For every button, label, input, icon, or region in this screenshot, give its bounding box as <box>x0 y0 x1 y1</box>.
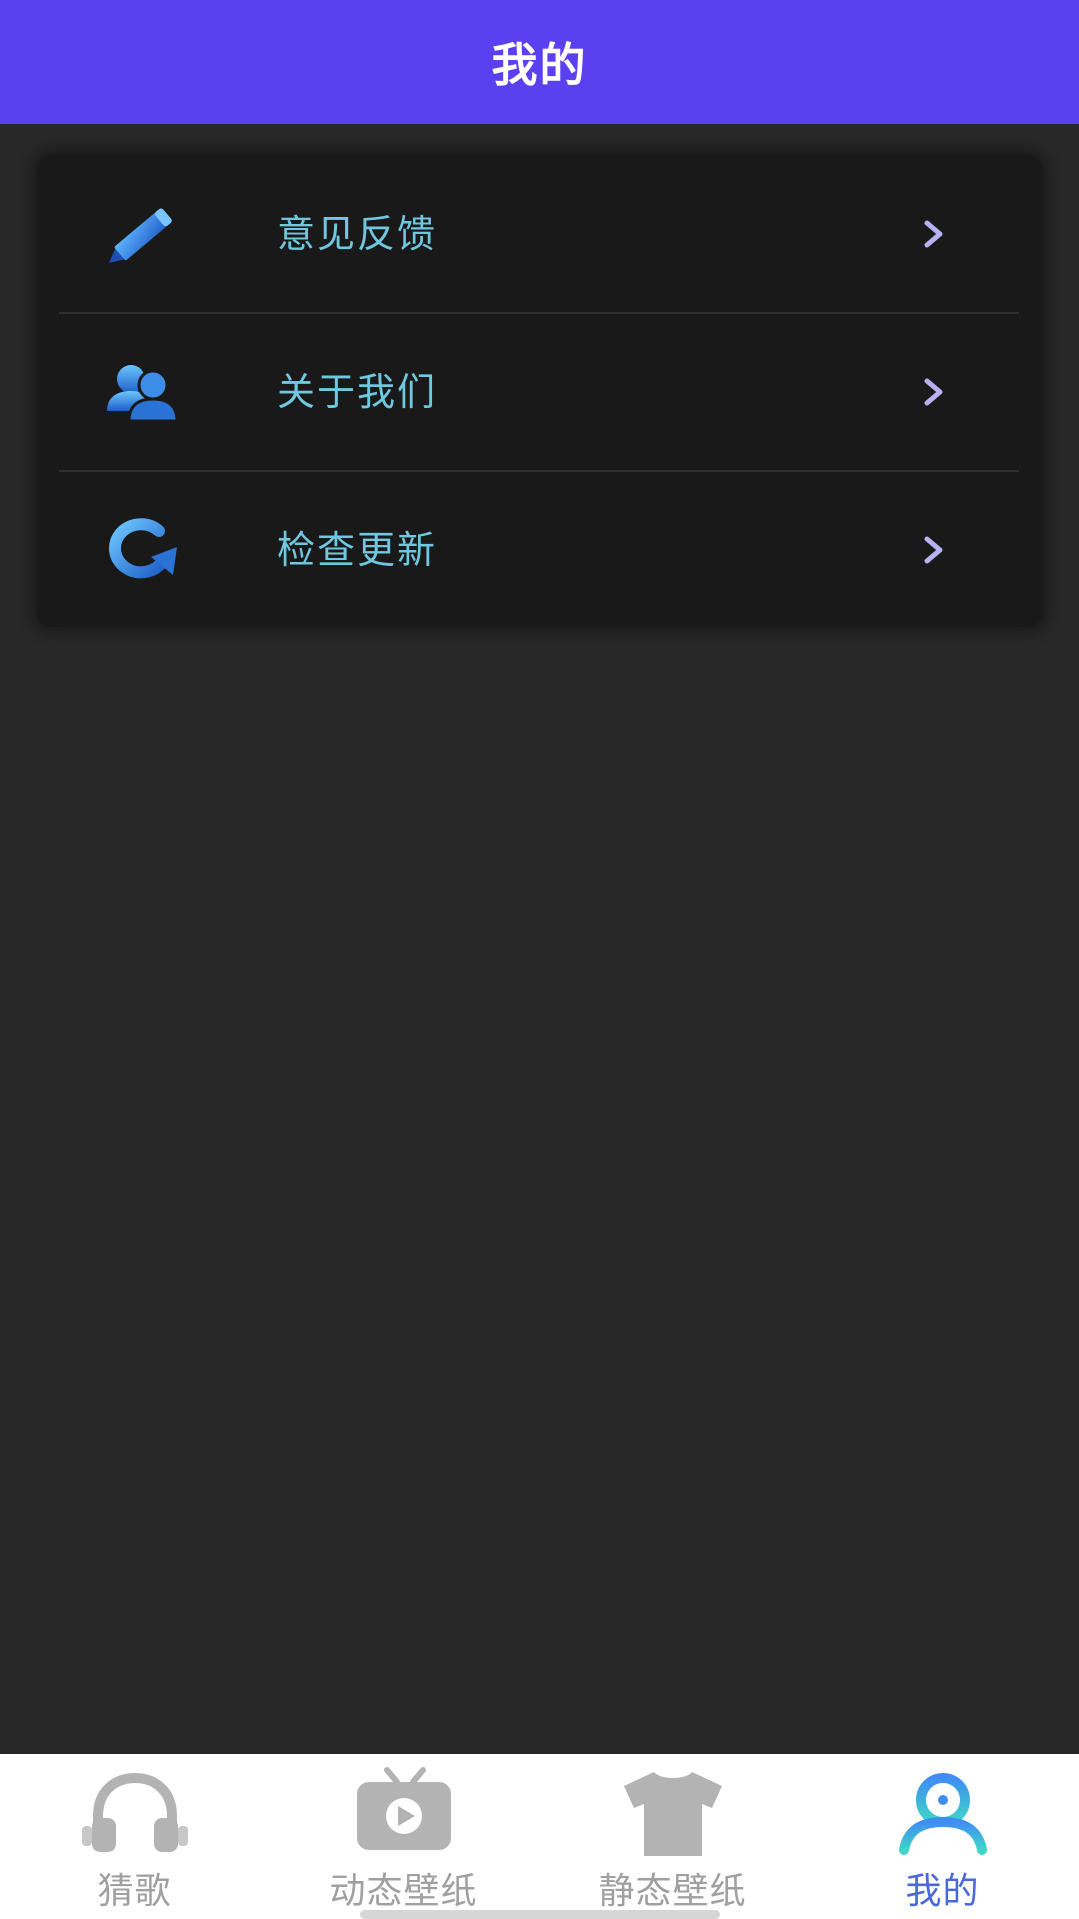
chevron-right-icon <box>919 531 949 569</box>
headphones-icon <box>80 1764 190 1860</box>
menu-item-about-us[interactable]: 关于我们 <box>37 313 1042 471</box>
tab-label: 静态壁纸 <box>598 1871 747 1912</box>
menu-item-label: 关于我们 <box>277 370 438 414</box>
page-title: 我的 <box>491 38 588 92</box>
tab-mine[interactable]: 我的 <box>808 1754 1077 1919</box>
profile-screen: 我的 意见反馈 关于我们 检查更新 猜歌 动态壁纸 静态壁纸 我的 <box>0 0 1079 1919</box>
tshirt-icon <box>618 1764 728 1860</box>
tab-label: 动态壁纸 <box>329 1871 478 1912</box>
tab-live-wallpaper[interactable]: 动态壁纸 <box>269 1754 538 1919</box>
person-icon <box>888 1764 998 1860</box>
tv-play-icon <box>349 1764 459 1860</box>
top-app-bar: 我的 <box>0 0 1079 124</box>
menu-item-label: 意见反馈 <box>277 212 438 256</box>
settings-menu-card: 意见反馈 关于我们 检查更新 <box>37 155 1042 627</box>
menu-item-feedback[interactable]: 意见反馈 <box>37 155 1042 313</box>
refresh-icon <box>103 517 183 583</box>
menu-item-check-update[interactable]: 检查更新 <box>37 471 1042 629</box>
tab-guess-song[interactable]: 猜歌 <box>0 1754 269 1919</box>
tab-label: 我的 <box>905 1871 980 1912</box>
pencil-icon <box>103 201 183 267</box>
home-indicator <box>360 1910 720 1919</box>
menu-item-label: 检查更新 <box>277 528 438 572</box>
chevron-right-icon <box>919 373 949 411</box>
chevron-right-icon <box>919 215 949 253</box>
bottom-tab-bar: 猜歌 动态壁纸 静态壁纸 我的 <box>0 1754 1079 1919</box>
users-icon <box>103 359 183 425</box>
tab-label: 猜歌 <box>97 1871 172 1912</box>
tab-static-wallpaper[interactable]: 静态壁纸 <box>538 1754 807 1919</box>
